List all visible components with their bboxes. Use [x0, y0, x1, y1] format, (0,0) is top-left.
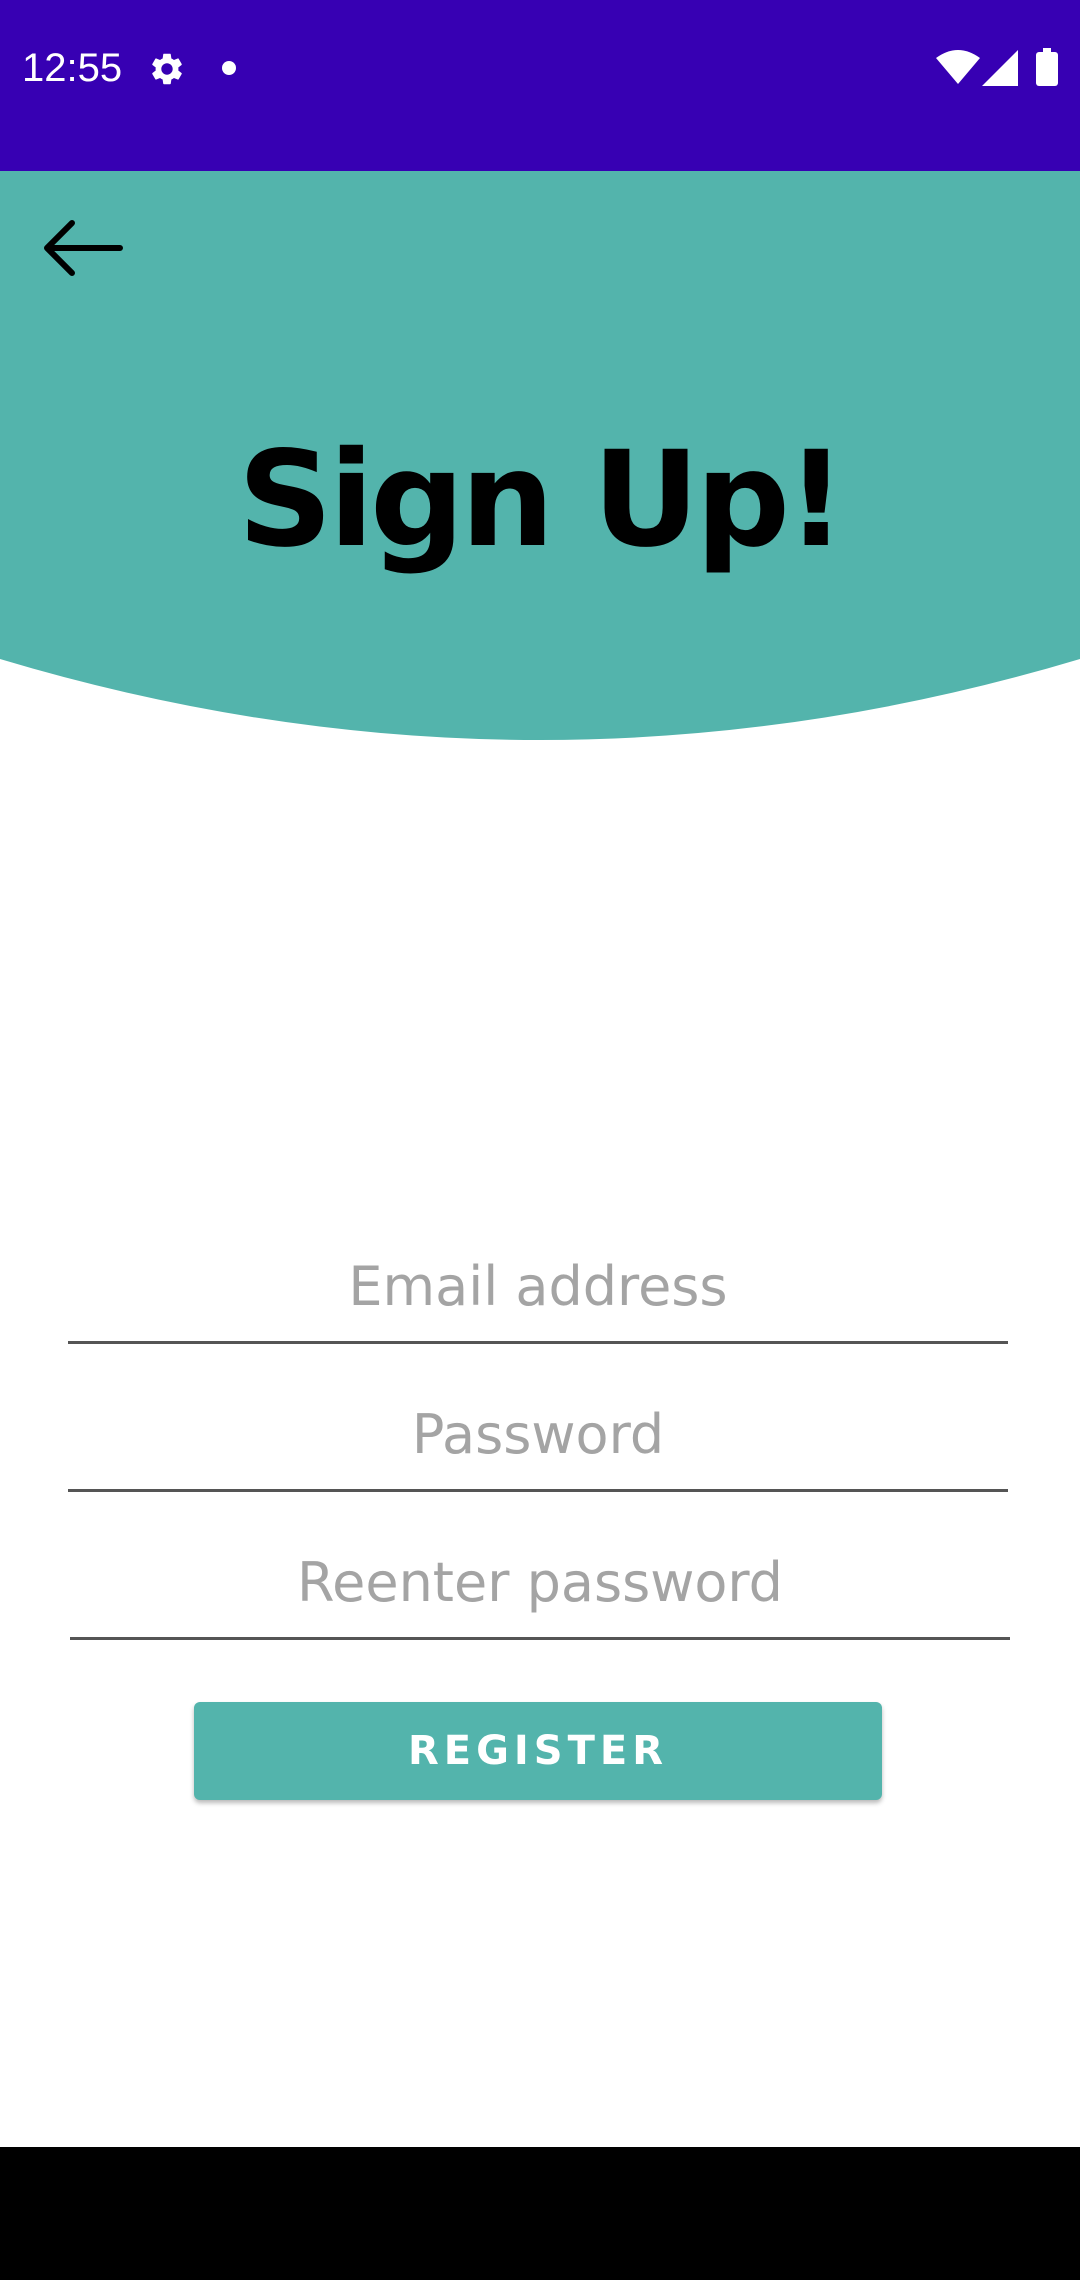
status-time: 12:55: [22, 46, 123, 90]
notification-dot-icon: [222, 61, 236, 75]
reenter-password-input[interactable]: [70, 1528, 1010, 1640]
cell-signal-icon: [982, 50, 1018, 86]
email-input[interactable]: [68, 1232, 1008, 1344]
gear-icon: [148, 50, 186, 88]
wifi-icon: [936, 50, 980, 86]
back-button[interactable]: [34, 210, 130, 286]
email-field[interactable]: [68, 1232, 1008, 1352]
page-title: Sign Up!: [237, 423, 847, 577]
arrow-left-icon: [44, 220, 123, 276]
status-bar: 12:55: [0, 0, 1080, 171]
password-field[interactable]: [68, 1380, 1008, 1500]
battery-icon: [1036, 48, 1058, 86]
password-input[interactable]: [68, 1380, 1008, 1492]
reenter-password-field[interactable]: [70, 1528, 1010, 1648]
register-button[interactable]: REGISTER: [194, 1702, 882, 1800]
navigation-bar: [0, 2147, 1080, 2280]
